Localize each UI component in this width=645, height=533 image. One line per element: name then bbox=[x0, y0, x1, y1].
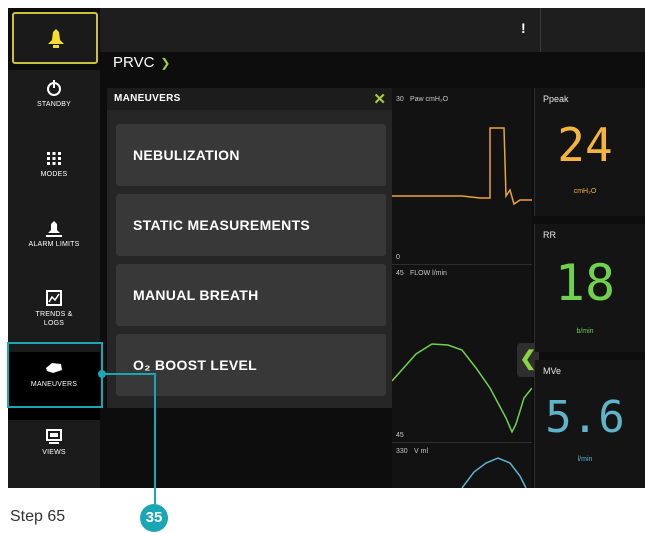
paw-trace bbox=[392, 127, 532, 206]
panel-header: MANEUVERS ✕ bbox=[107, 88, 392, 110]
waveform-area: 30 Paw cmH₂O 0 45 FLOW l/min 45 330 V ml… bbox=[392, 88, 539, 488]
sidebar-item-label: STANDBY bbox=[37, 101, 71, 108]
mve-value-box[interactable]: MVe 5.6 l/min bbox=[534, 360, 645, 488]
callout-line bbox=[103, 373, 156, 375]
sidebar-item-modes[interactable]: MODES bbox=[8, 142, 100, 210]
volume-trace bbox=[461, 457, 527, 488]
ppeak-name: Ppeak bbox=[543, 94, 569, 104]
mve-value: 5.6 bbox=[545, 392, 625, 443]
nebulization-button[interactable]: NEBULIZATION bbox=[116, 124, 386, 186]
ppeak-value: 24 bbox=[557, 118, 613, 172]
measured-values: Ppeak 24 cmH₂O RR 18 b/min MVe 5.6 l/min bbox=[534, 88, 645, 488]
panel-title: MANEUVERS bbox=[114, 93, 181, 104]
callout-highlight bbox=[7, 342, 103, 408]
flow-scale-top: 45 bbox=[396, 270, 404, 277]
sidebar: STANDBY MODES ALARM LIMITS TRENDS & LOGS bbox=[8, 70, 100, 488]
topbar-divider bbox=[540, 8, 541, 52]
mode-selector[interactable]: PRVC ❯ bbox=[113, 54, 170, 71]
ventilator-screen: ! STANDBY MODES ALARM LIMITS TRENDS & LO… bbox=[8, 8, 645, 488]
volume-scale-top: 330 bbox=[396, 448, 408, 455]
mode-name: PRVC bbox=[113, 54, 155, 71]
sidebar-item-label: ALARM LIMITS bbox=[28, 241, 80, 248]
flow-label: FLOW l/min bbox=[410, 270, 447, 277]
mve-name: MVe bbox=[543, 366, 562, 376]
o2-boost-level-button[interactable]: O₂ BOOST LEVEL bbox=[116, 334, 386, 396]
rr-value: 18 bbox=[554, 254, 616, 312]
waveform-divider bbox=[392, 442, 532, 443]
alarm-button[interactable] bbox=[12, 12, 98, 64]
manual-breath-button[interactable]: MANUAL BREATH bbox=[116, 264, 386, 326]
mve-unit: l/min bbox=[577, 456, 593, 463]
volume-label: V ml bbox=[414, 448, 428, 455]
trends-icon bbox=[46, 290, 62, 306]
flow-scale-bottom: 45 bbox=[396, 432, 404, 439]
rr-unit: b/min bbox=[576, 328, 594, 335]
top-status-bar: ! bbox=[100, 8, 645, 52]
callout-line bbox=[154, 373, 156, 504]
maneuvers-panel: MANEUVERS ✕ NEBULIZATION STATIC MEASUREM… bbox=[107, 88, 392, 408]
sidebar-item-standby[interactable]: STANDBY bbox=[8, 72, 100, 140]
waveform-traces bbox=[392, 127, 532, 488]
static-measurements-button[interactable]: STATIC MEASUREMENTS bbox=[116, 194, 386, 256]
alarm-limits-icon bbox=[46, 221, 62, 237]
step-caption: Step 65 bbox=[10, 508, 66, 525]
power-icon bbox=[47, 80, 61, 96]
waveform-divider bbox=[392, 264, 532, 265]
bell-icon bbox=[48, 29, 64, 48]
close-icon[interactable]: ✕ bbox=[373, 90, 386, 108]
views-icon bbox=[46, 429, 62, 444]
callout-number-badge: 35 bbox=[140, 504, 168, 532]
flow-trace bbox=[392, 343, 532, 434]
sidebar-item-label: MODES bbox=[40, 171, 68, 178]
sidebar-item-label: TRENDS & LOGS bbox=[35, 311, 73, 327]
sidebar-item-alarm-limits[interactable]: ALARM LIMITS bbox=[8, 212, 100, 280]
rr-name: RR bbox=[543, 230, 556, 240]
ppeak-unit: cmH₂O bbox=[573, 188, 597, 195]
sidebar-item-views[interactable]: VIEWS bbox=[8, 420, 100, 488]
chevron-down-icon: ❯ bbox=[160, 56, 171, 70]
grid-icon bbox=[47, 152, 61, 165]
sidebar-item-label: VIEWS bbox=[42, 449, 66, 456]
alarm-indicator[interactable]: ! bbox=[521, 20, 526, 36]
sidebar-item-trends-logs[interactable]: TRENDS & LOGS bbox=[8, 282, 100, 350]
ppeak-value-box[interactable]: Ppeak 24 cmH₂O bbox=[534, 88, 645, 216]
rr-value-box[interactable]: RR 18 b/min bbox=[534, 224, 645, 352]
